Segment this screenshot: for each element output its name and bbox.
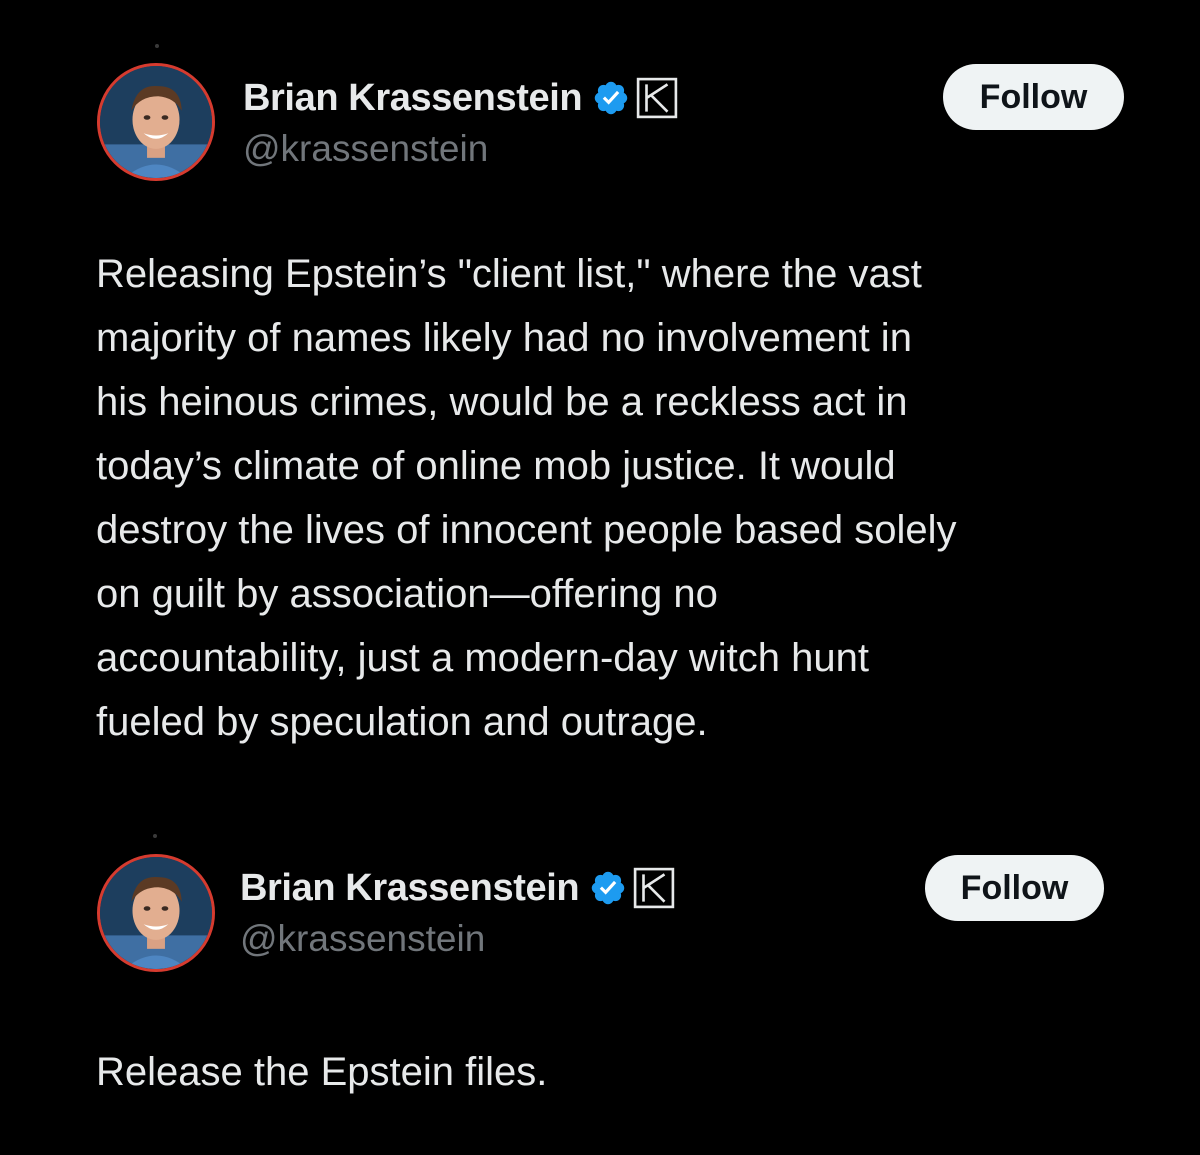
avatar-photo bbox=[100, 857, 212, 969]
thread-dot bbox=[155, 44, 159, 48]
author-name-row: Brian Krassenstein bbox=[240, 862, 675, 914]
follow-button[interactable]: Follow bbox=[943, 64, 1124, 130]
tweet-text: Releasing Epstein’s "client list," where… bbox=[96, 252, 957, 744]
verified-badge-icon[interactable] bbox=[592, 79, 630, 117]
avatar-photo bbox=[100, 66, 212, 178]
verified-badge-icon[interactable] bbox=[589, 869, 627, 907]
affiliate-k-icon[interactable] bbox=[633, 867, 675, 909]
affiliate-k-icon[interactable] bbox=[636, 77, 678, 119]
author-handle[interactable]: @krassenstein bbox=[243, 128, 488, 170]
author-handle[interactable]: @krassenstein bbox=[240, 918, 485, 960]
follow-button[interactable]: Follow bbox=[925, 855, 1104, 921]
display-name[interactable]: Brian Krassenstein bbox=[240, 867, 580, 910]
avatar[interactable] bbox=[97, 854, 215, 972]
tweet-card[interactable]: Brian Krassenstein @krassenstein Follow … bbox=[0, 800, 1200, 1155]
thread-dot bbox=[153, 834, 157, 838]
avatar[interactable] bbox=[97, 63, 215, 181]
display-name[interactable]: Brian Krassenstein bbox=[243, 77, 583, 120]
tweet-card[interactable]: Brian Krassenstein @krassenstein Follow … bbox=[0, 0, 1200, 790]
tweet-text: Release the Epstein files. bbox=[96, 1050, 548, 1094]
author-name-row: Brian Krassenstein bbox=[243, 72, 678, 124]
